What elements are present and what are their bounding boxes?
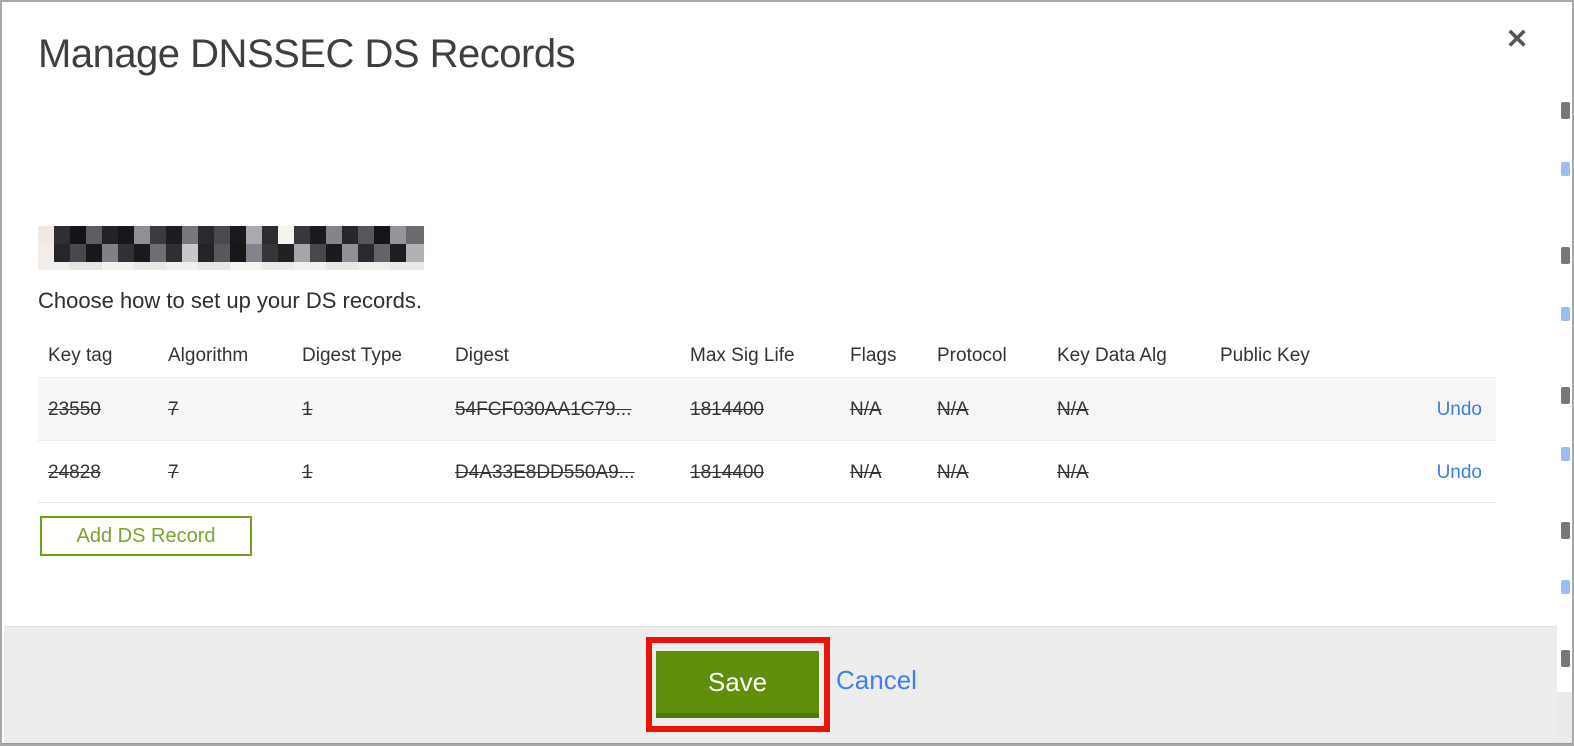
column-header-algorithm: Algorithm <box>168 345 249 366</box>
cell-key-data-alg: N/A <box>1057 462 1089 483</box>
column-header-public-key: Public Key <box>1220 345 1310 366</box>
background-page-fragment <box>1557 692 1572 743</box>
cell-actions: Undo <box>1410 441 1496 502</box>
instruction-text: Choose how to set up your DS records. <box>38 288 422 313</box>
background-page-fragment <box>1561 522 1570 539</box>
background-page-fragment <box>1561 447 1570 461</box>
cell-protocol: N/A <box>937 399 969 420</box>
column-header-max-sig-life: Max Sig Life <box>690 345 795 366</box>
column-header-key-data-alg: Key Data Alg <box>1057 345 1167 366</box>
cell-public-key <box>1210 441 1410 502</box>
redaction-mosaic <box>38 226 424 270</box>
cell-digest-type: 1 <box>302 462 313 483</box>
cell-actions: Undo <box>1410 378 1496 440</box>
background-page-fragment <box>1561 650 1570 667</box>
column-header-protocol: Protocol <box>937 345 1007 366</box>
undo-link[interactable]: Undo <box>1437 462 1482 483</box>
background-page-fragment <box>1561 580 1570 594</box>
undo-link[interactable]: Undo <box>1437 399 1482 420</box>
cell-flags: N/A <box>850 462 882 483</box>
ds-records-table: Key tag Algorithm Digest Type Digest Max… <box>38 332 1496 503</box>
background-page-fragment <box>1561 162 1570 176</box>
cell-digest: 54FCF030AA1C79... <box>455 399 632 420</box>
modal-panel: Manage DNSSEC DS Records ✕ Choose how to… <box>2 2 1560 743</box>
background-page-fragment <box>1561 307 1570 321</box>
background-page-fragment <box>1561 102 1570 119</box>
cell-digest: D4A33E8DD550A9... <box>455 462 635 483</box>
cell-algorithm: 7 <box>168 462 179 483</box>
cell-key-tag: 24828 <box>48 462 101 483</box>
column-header-actions <box>1410 332 1496 380</box>
table-row: 24828 7 1 D4A33E8DD550A9... 1814400 N/A … <box>38 440 1496 503</box>
redacted-domain-name <box>38 226 424 270</box>
table-row: 23550 7 1 54FCF030AA1C79... 1814400 N/A … <box>38 377 1496 440</box>
background-page-strip <box>1557 2 1572 743</box>
dialog-title: Manage DNSSEC DS Records <box>38 32 576 76</box>
cell-key-data-alg: N/A <box>1057 399 1089 420</box>
table-header-row: Key tag Algorithm Digest Type Digest Max… <box>38 332 1496 377</box>
cell-protocol: N/A <box>937 462 969 483</box>
background-page-fragment <box>1561 247 1570 264</box>
cell-key-tag: 23550 <box>48 399 101 420</box>
background-page-fragment <box>1561 387 1570 404</box>
column-header-flags: Flags <box>850 345 897 366</box>
column-header-digest: Digest <box>455 345 509 366</box>
cell-public-key <box>1210 378 1410 440</box>
add-ds-record-button[interactable]: Add DS Record <box>40 516 252 556</box>
dnssec-ds-records-dialog: Manage DNSSEC DS Records ✕ Choose how to… <box>0 0 1574 746</box>
cell-algorithm: 7 <box>168 399 179 420</box>
column-header-key-tag: Key tag <box>48 345 113 366</box>
close-icon[interactable]: ✕ <box>1500 22 1534 56</box>
save-button[interactable]: Save <box>656 651 819 718</box>
cell-max-sig-life: 1814400 <box>690 462 764 483</box>
cell-max-sig-life: 1814400 <box>690 399 764 420</box>
cell-digest-type: 1 <box>302 399 313 420</box>
column-header-digest-type: Digest Type <box>302 345 402 366</box>
cell-flags: N/A <box>850 399 882 420</box>
cancel-link[interactable]: Cancel <box>836 665 917 696</box>
